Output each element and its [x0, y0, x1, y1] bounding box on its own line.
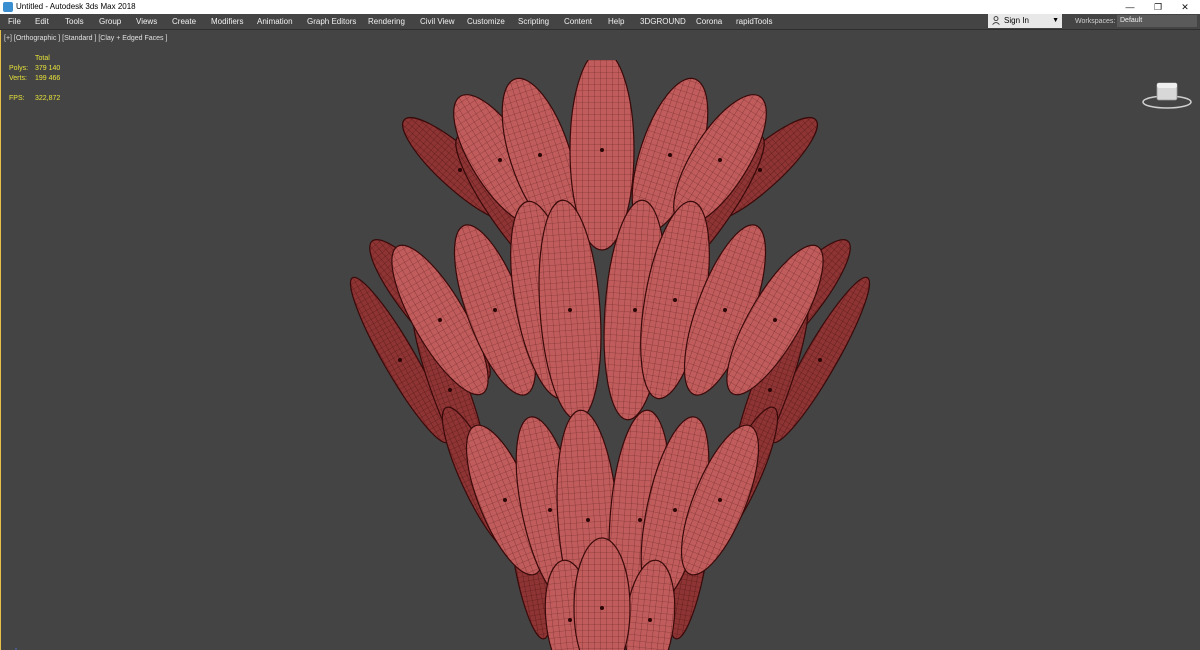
leaf-pin [648, 618, 652, 622]
leaf-pin [438, 318, 442, 322]
leaf-pin [498, 158, 502, 162]
stats-total-header: Total [35, 55, 50, 62]
minimize-button[interactable]: — [1115, 0, 1145, 14]
leaf-pin [818, 358, 822, 362]
stats-verts-value: 199 466 [35, 75, 61, 82]
leaf-pin [668, 153, 672, 157]
chevron-down-icon: ▼ [1052, 17, 1059, 24]
workspaces-select[interactable]: Default [1117, 15, 1197, 27]
menu-graph-editors[interactable]: Graph Editors [307, 17, 356, 26]
menu-customize[interactable]: Customize [467, 17, 505, 26]
leaf-pin [448, 388, 452, 392]
leaf-pin [718, 158, 722, 162]
restore-button[interactable]: ❐ [1143, 0, 1173, 14]
menu-help[interactable]: Help [608, 17, 624, 26]
user-icon [992, 16, 1000, 25]
menu-3dground[interactable]: 3DGROUND [640, 17, 686, 26]
menu-tools[interactable]: Tools [65, 17, 84, 26]
leaf-pin [768, 388, 772, 392]
leaf-pin [633, 308, 637, 312]
leaf-pin [723, 308, 727, 312]
menu-file[interactable]: File [8, 17, 21, 26]
menu-scripting[interactable]: Scripting [518, 17, 549, 26]
app-icon [3, 2, 13, 12]
window-title: Untitled - Autodesk 3ds Max 2018 [16, 2, 136, 11]
stats-fps-value: 322,872 [35, 95, 61, 102]
leaf-pin [586, 518, 590, 522]
stats-polys-value: 379 140 [35, 65, 61, 72]
leaf-pin [493, 308, 497, 312]
workspaces-label: Workspaces: [1075, 18, 1116, 25]
leaf-pin [503, 498, 507, 502]
leaf-pin [673, 508, 677, 512]
leaf-pin [568, 308, 572, 312]
menu-rapidtools[interactable]: rapidTools [736, 17, 772, 26]
leaf-pin [638, 518, 642, 522]
leaf-pin [398, 358, 402, 362]
viewcube-icon[interactable] [1141, 80, 1193, 110]
menu-civil-view[interactable]: Civil View [420, 17, 455, 26]
stats-polys-label: Polys: [9, 65, 29, 72]
menu-rendering[interactable]: Rendering [368, 17, 405, 26]
menu-modifiers[interactable]: Modifiers [211, 17, 243, 26]
menu-bar: File Edit Tools Group Views Create Modif… [0, 14, 1200, 30]
axis-gizmo-icon [15, 648, 17, 650]
menu-create[interactable]: Create [172, 17, 196, 26]
stats-verts-label: Verts: [9, 75, 27, 82]
stats-fps-label: FPS: [9, 95, 25, 102]
menu-edit[interactable]: Edit [35, 17, 49, 26]
leaf-pin [758, 168, 762, 172]
close-button[interactable]: ✕ [1170, 0, 1200, 14]
viewport[interactable] [0, 30, 1200, 650]
leaf-pin [773, 318, 777, 322]
leaf-pin [568, 618, 572, 622]
leaf-pin [548, 508, 552, 512]
leaf-pin [673, 298, 677, 302]
leaf-pin [600, 606, 604, 610]
leaf-pin [600, 148, 604, 152]
sign-in-label: Sign In [1004, 16, 1029, 25]
menu-animation[interactable]: Animation [257, 17, 293, 26]
chandelier-model[interactable] [330, 60, 890, 650]
leaf-pin [458, 168, 462, 172]
leaf-pin [538, 153, 542, 157]
menu-corona[interactable]: Corona [696, 17, 722, 26]
leaf-pin [718, 498, 722, 502]
menu-content[interactable]: Content [564, 17, 592, 26]
sign-in-dropdown[interactable]: Sign In ▼ [988, 14, 1062, 28]
active-viewport-border [0, 30, 1, 650]
viewport-label-menu[interactable]: [+] [Orthographic ] [Standard ] [Clay + … [4, 34, 167, 43]
menu-views[interactable]: Views [136, 17, 157, 26]
title-bar: Untitled - Autodesk 3ds Max 2018 — ❐ ✕ [0, 0, 1200, 14]
menu-group[interactable]: Group [99, 17, 121, 26]
